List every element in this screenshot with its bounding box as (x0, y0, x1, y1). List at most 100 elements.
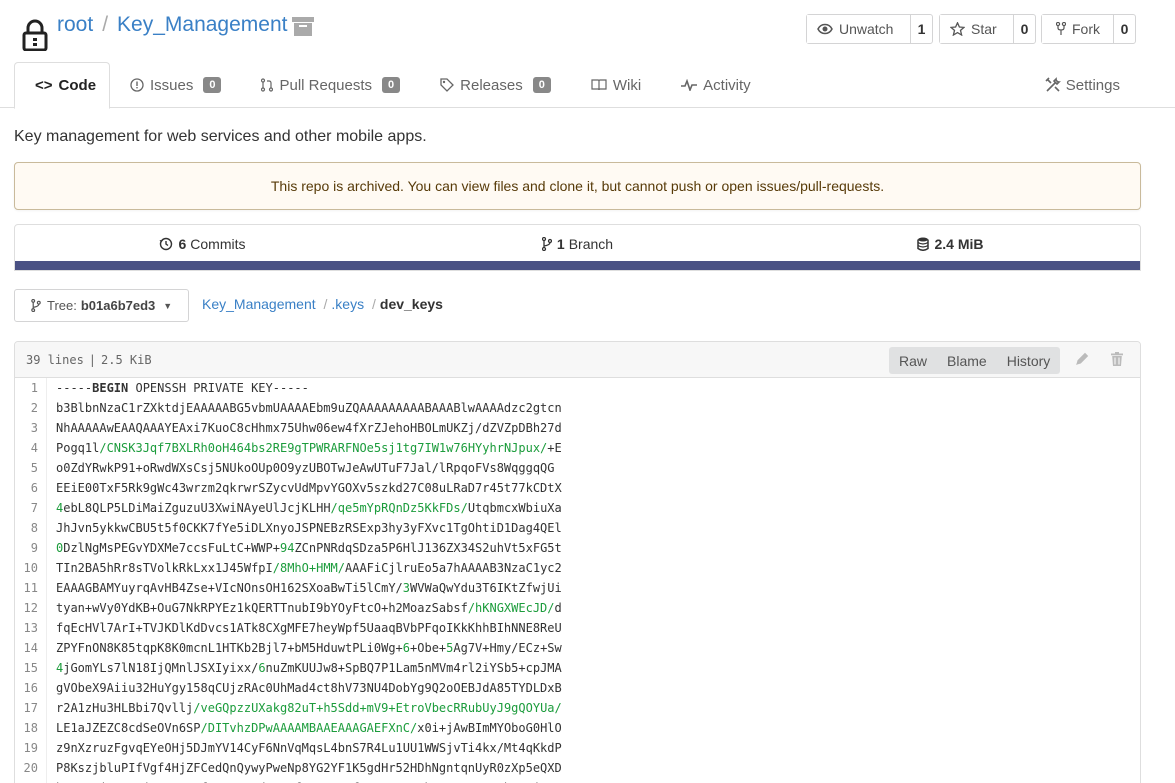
size-stat: 2.4 MiB (765, 236, 1140, 252)
code-token: TIn2BA5hRr8sTVolkRkLxx1J45WfpI (56, 561, 273, 575)
tab-releases[interactable]: Releases 0 (420, 62, 571, 108)
watch-button[interactable]: Unwatch 1 (806, 14, 933, 44)
tab-pull-requests[interactable]: Pull Requests 0 (241, 62, 420, 108)
repo-owner-link[interactable]: root (57, 13, 93, 36)
code-token: 3 (402, 581, 411, 595)
line-content: z9nXzruzFgvqEYeOHj5DJmYV14CyF6NnVqMqsL4b… (47, 738, 562, 758)
line-number[interactable]: 21 (15, 778, 47, 783)
line-number[interactable]: 8 (15, 518, 47, 538)
code-line: 6 EEiE00TxF5Rk9gWc43wrzm2qkrwrSZycvUdMpvY… (15, 478, 1140, 498)
line-number[interactable]: 19 (15, 738, 47, 758)
branch-stat[interactable]: 1 Branch (390, 236, 765, 252)
blame-button[interactable]: Blame (937, 347, 997, 374)
trash-icon[interactable] (1111, 352, 1123, 366)
line-content: NhAAAAAwEAAQAAAYEAxi7KuoC8cHhmx75Uhw06ew… (47, 418, 562, 438)
line-number[interactable]: 20 (15, 758, 47, 778)
line-content: Pogq1l/CNSK3Jqf7BXLRh0oH464bs2RE9gTPWRAR… (47, 438, 562, 458)
line-number[interactable]: 9 (15, 538, 47, 558)
tab-settings[interactable]: Settings (1045, 62, 1120, 108)
tree-label: Tree: (47, 298, 77, 313)
star-button[interactable]: Star 0 (939, 14, 1036, 44)
tab-activity[interactable]: Activity (661, 62, 771, 108)
line-content: P8KszjbluPIfVgf4HjZFCedQnQywyPweNp8YG2YF… (47, 758, 562, 778)
breadcrumb: Key_Management / .keys / dev_keys (202, 296, 443, 312)
branch-dropdown[interactable]: Tree: b01a6b7ed3 ▼ (14, 289, 189, 322)
history-button[interactable]: History (997, 347, 1061, 374)
line-number[interactable]: 17 (15, 698, 47, 718)
breadcrumb-dir[interactable]: .keys (331, 296, 364, 312)
fork-count[interactable]: 0 (1114, 15, 1135, 43)
line-number[interactable]: 5 (15, 458, 47, 478)
code-token: /CNSK3Jqf7BXLRh0oH464bs2RE9gTPWRARFNOe5s… (99, 441, 548, 455)
tab-code-label: Code (58, 77, 97, 94)
star-icon (950, 22, 965, 36)
branch-count: 1 (556, 236, 565, 252)
line-number[interactable]: 6 (15, 478, 47, 498)
repo-name-link[interactable]: Key_Management (117, 13, 287, 36)
line-content: gVObeX9Aiiu32HuYgy158qCUjzRAc0UhMad4ct8h… (47, 678, 562, 698)
code-line: 10 TIn2BA5hRr8sTVolkRkLxx1J45WfpI/8MhO+HM… (15, 558, 1140, 578)
file-size-info: 2.5 KiB (101, 352, 152, 367)
line-content: bzQsFZjnWD0gjmpq5mPXf8P7SAmsd92NCf/1J4KT… (47, 778, 562, 783)
code-token: ----- (56, 381, 93, 395)
line-number[interactable]: 4 (15, 438, 47, 458)
code-token: ZCnPNRdqSDza5P6HlJ136ZX34S2uhVt5xFG5t (294, 541, 562, 555)
tag-icon (440, 78, 455, 92)
tab-code[interactable]: <> Code (14, 62, 110, 109)
breadcrumb-root[interactable]: Key_Management (202, 296, 316, 312)
line-number[interactable]: 16 (15, 678, 47, 698)
line-content: fqEcHVl7ArI+TVJKDlKdDvcs1ATk8CXgMFE7heyW… (47, 618, 562, 638)
code-token: AAAFiCjlruEo5a7hAAAAB3NzaC1yc2 (345, 561, 562, 575)
breadcrumb-file: dev_keys (379, 296, 443, 312)
raw-button[interactable]: Raw (889, 347, 937, 374)
code-token: o0ZdYRwkP91+oRwdWXsCsj5NUkoOUp0O9yzUBOTw… (56, 461, 555, 475)
settings-label: Settings (1065, 76, 1120, 94)
line-content: tyan+wVy0YdKB+OuG7NkRPYEz1kQERTTnubI9bYO… (47, 598, 562, 618)
code-line: 9 0DzlNgMsPEGvYDXMe7ccsFuLtC+WWP+94ZCnPNR… (15, 538, 1140, 558)
star-count[interactable]: 0 (1014, 15, 1035, 43)
line-content: EEiE00TxF5Rk9gWc43wrzm2qkrwrSZycvUdMpvYG… (47, 478, 562, 498)
code-line: 2 b3BlbnNzaC1rZXktdjEAAAAABG5vbmUAAAAEbm9… (15, 398, 1140, 418)
code-token: /hKNGXWEcJD/ (467, 601, 555, 615)
line-number[interactable]: 11 (15, 578, 47, 598)
tab-wiki[interactable]: Wiki (571, 62, 661, 108)
code-token: tyan+wVy0YdKB+OuG7NkRPYEz1kQERTTnubI9bYO… (56, 601, 468, 615)
code-line: 11 EAAAGBAMYuyrqAvHB4Zse+VIcNOnsOH162SXoa… (15, 578, 1140, 598)
language-bar (15, 261, 1140, 270)
line-number[interactable]: 1 (15, 378, 47, 398)
code-line: 1 -----BEGIN OPENSSH PRIVATE KEY----- (15, 378, 1140, 398)
tools-icon (1045, 77, 1061, 92)
code-icon: <> (35, 77, 53, 94)
line-number[interactable]: 14 (15, 638, 47, 658)
book-icon (591, 79, 607, 91)
watch-count[interactable]: 1 (911, 15, 932, 43)
code-token: ZPYFnON8K85tqpK8K0mcnL1HTKb2Bjl7+bM5Hduw… (56, 641, 403, 655)
line-number[interactable]: 12 (15, 598, 47, 618)
line-number[interactable]: 10 (15, 558, 47, 578)
code-token: Ag7V+Hmy/ECz+Sw (453, 641, 562, 655)
fork-button[interactable]: Fork 0 (1041, 14, 1136, 44)
repo-size: 2.4 MiB (934, 236, 984, 252)
line-content: r2A1zHu3HLBbi7Qvllj/veGQpzzUXakg82uT+h5S… (47, 698, 562, 718)
repo-tabs: <> Code Issues 0 Pull Requests 0 Release… (14, 62, 771, 109)
code-token: WVWaQwYdu3T6IKtZfwjUi (410, 581, 562, 595)
code-view: 1 -----BEGIN OPENSSH PRIVATE KEY----- 2 b3B… (15, 378, 1140, 783)
commits-stat[interactable]: 6 Commits (15, 236, 390, 252)
tab-issues[interactable]: Issues 0 (110, 62, 241, 108)
line-number[interactable]: 3 (15, 418, 47, 438)
tab-releases-label: Releases (460, 76, 523, 94)
code-line: 19 z9nXzruzFgvqEYeOHj5DJmYV14CyF6NnVqMqsL… (15, 738, 1140, 758)
code-token: /qe5mYpRQnDz5KkFDs/ (330, 501, 468, 515)
line-content: 4jGomYLs7lN18IjQMnlJSXIyixx/6nuZmKUUJw8+… (47, 658, 562, 678)
line-number[interactable]: 2 (15, 398, 47, 418)
pencil-icon[interactable] (1075, 352, 1089, 366)
line-number[interactable]: 7 (15, 498, 47, 518)
code-token: x0i+jAwBImMYOboG0HlO (417, 721, 562, 735)
code-token: d (554, 601, 562, 615)
code-token: /8MhO+HMM/ (272, 561, 345, 575)
code-token: BEGIN (92, 381, 129, 395)
line-number[interactable]: 18 (15, 718, 47, 738)
code-token: b3BlbnNzaC1rZXktdjEAAAAABG5vbmUAAAAEbm9u… (56, 401, 562, 415)
line-number[interactable]: 15 (15, 658, 47, 678)
line-number[interactable]: 13 (15, 618, 47, 638)
